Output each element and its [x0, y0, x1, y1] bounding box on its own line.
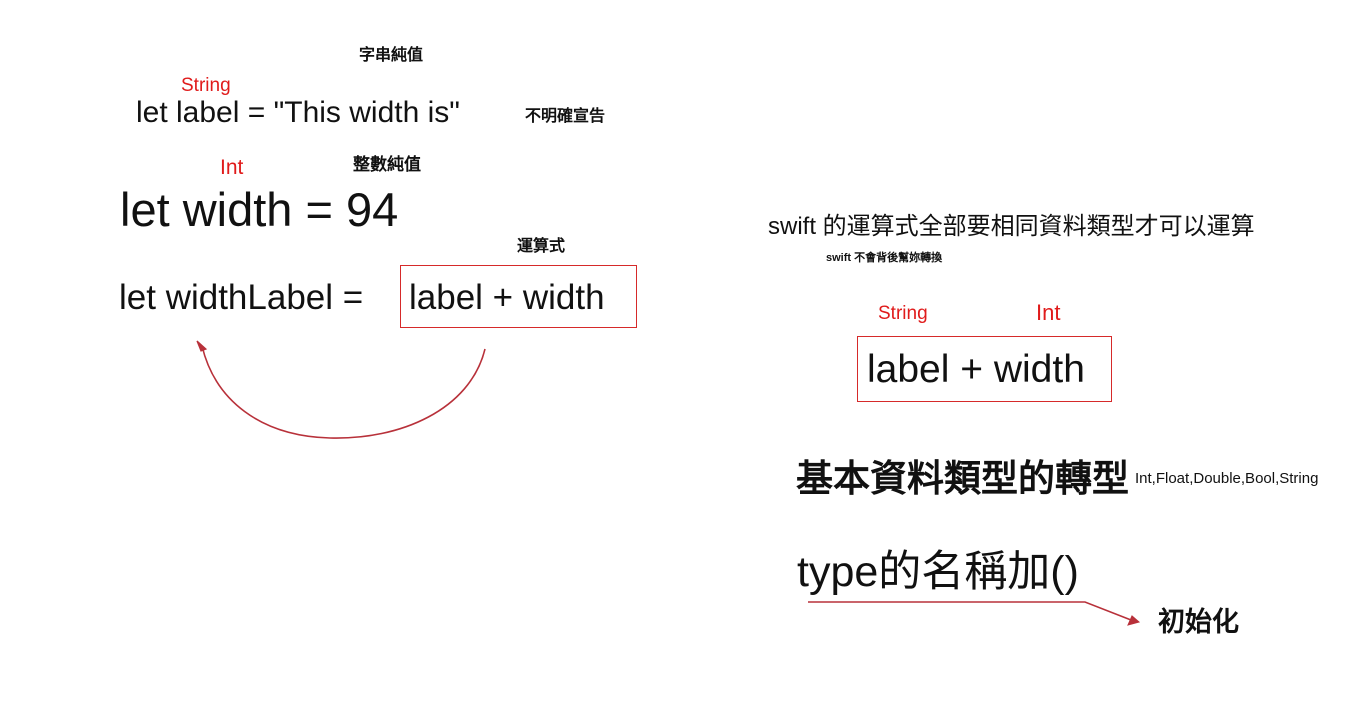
curved-arrow-line — [201, 345, 486, 439]
annotation-arrows — [196, 340, 1141, 626]
straight-arrow-line — [808, 601, 1132, 621]
straight-arrow-head — [1127, 615, 1141, 626]
curved-arrow-head — [196, 340, 208, 352]
